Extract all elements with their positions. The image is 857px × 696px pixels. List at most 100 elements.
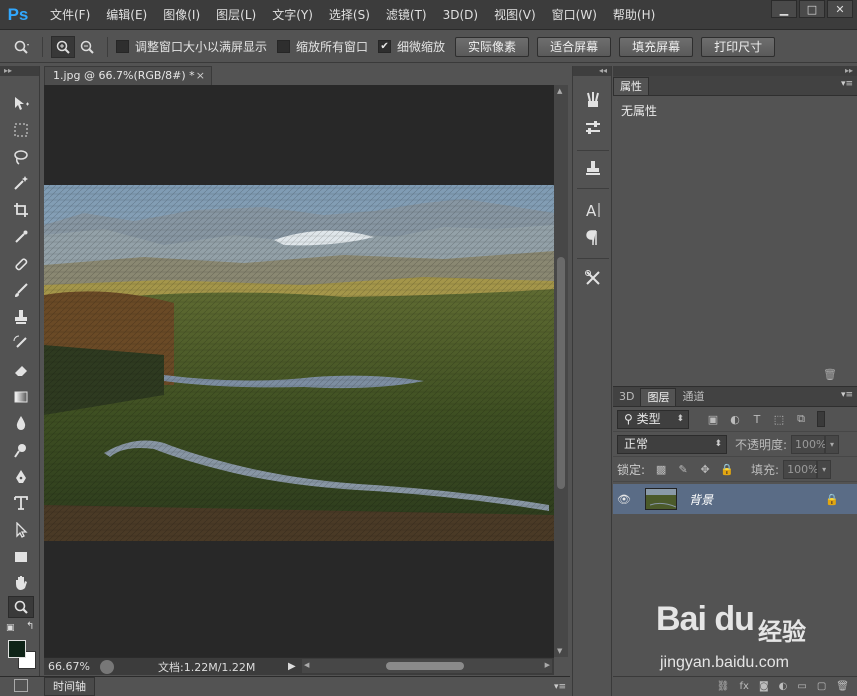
eye-icon[interactable]: 👁 (613, 493, 635, 506)
layer-name[interactable]: 背景 (689, 491, 713, 508)
zoom-out-icon[interactable] (75, 36, 99, 58)
fill-screen-button[interactable]: 填充屏幕 (619, 36, 694, 57)
timeline-menu-icon[interactable]: ▾≡ (554, 682, 566, 692)
scrubby-zoom-checkbox[interactable]: ✔ 细微缩放 (378, 38, 445, 55)
default-colors-icon[interactable]: ▣ (6, 623, 15, 633)
horizontal-scrollbar[interactable]: ◀ ▶ (302, 659, 552, 673)
new-adjustment-icon[interactable]: ◐ (779, 681, 788, 692)
status-info-icon[interactable] (100, 659, 114, 674)
zoom-in-icon[interactable] (51, 35, 75, 58)
lock-position-icon[interactable]: ✥ (697, 461, 713, 477)
actual-pixels-button[interactable]: 实际像素 (455, 36, 530, 57)
zoom-level[interactable]: 66.67% (48, 660, 98, 673)
smart-object-filter-icon[interactable]: ⧉ (793, 411, 809, 427)
menu-file[interactable]: 文件(F) (42, 0, 98, 30)
clone-stamp-tool-icon[interactable] (8, 306, 34, 328)
panel-menu-icon[interactable]: ▾≡ (841, 390, 853, 400)
fill-input[interactable]: 100% (783, 459, 819, 479)
brush-presets-icon[interactable] (581, 88, 605, 112)
swap-colors-icon[interactable]: ↰ (26, 621, 34, 632)
checkbox-box[interactable] (116, 40, 129, 53)
vertical-scrollbar[interactable]: ▲ ▼ (554, 85, 568, 657)
menu-filter[interactable]: 滤镜(T) (378, 0, 435, 30)
tool-presets-icon[interactable] (581, 266, 605, 290)
eraser-tool-icon[interactable] (8, 359, 34, 381)
resize-windows-checkbox[interactable]: 调整窗口大小以满屏显示 (116, 38, 267, 55)
menu-view[interactable]: 视图(V) (486, 0, 544, 30)
scroll-down-icon[interactable]: ▼ (557, 647, 562, 655)
lock-image-icon[interactable]: ✎ (675, 461, 691, 477)
tab-3d[interactable]: 3D (613, 388, 640, 406)
crop-tool-icon[interactable] (8, 199, 34, 221)
brush-settings-icon[interactable] (581, 116, 605, 140)
timeline-tab[interactable]: 时间轴 (44, 677, 95, 696)
tab-channels[interactable]: 通道 (676, 388, 710, 406)
menu-edit[interactable]: 编辑(E) (98, 0, 155, 30)
menu-window[interactable]: 窗口(W) (544, 0, 605, 30)
panel-collapse-grip[interactable]: ▸▸ (0, 66, 39, 76)
quick-select-tool-icon[interactable] (8, 172, 34, 194)
status-menu-arrow-icon[interactable]: ▶ (288, 661, 296, 672)
tab-properties[interactable]: 属性 (613, 77, 649, 95)
fit-screen-button[interactable]: 适合屏幕 (537, 36, 612, 57)
filter-toggle[interactable] (817, 411, 825, 427)
print-size-button[interactable]: 打印尺寸 (701, 36, 776, 57)
shape-filter-icon[interactable]: ⬚ (771, 411, 787, 427)
menu-type[interactable]: 文字(Y) (264, 0, 321, 30)
timeline-panel-icon[interactable] (14, 679, 28, 692)
character-panel-icon[interactable]: A (581, 198, 605, 222)
adjustment-filter-icon[interactable]: ◐ (727, 411, 743, 427)
move-tool-icon[interactable] (8, 93, 34, 115)
clone-source-icon[interactable] (581, 156, 605, 180)
new-group-icon[interactable]: ▭ (797, 681, 806, 692)
panel-collapse-grip[interactable]: ▸▸ (613, 66, 857, 76)
add-mask-icon[interactable]: ◙ (759, 681, 769, 692)
opacity-input[interactable]: 100% (791, 434, 827, 454)
layer-filter-select[interactable]: ⚲ 类型 ⬍ (617, 409, 689, 429)
path-selection-tool-icon[interactable] (8, 519, 34, 541)
menu-help[interactable]: 帮助(H) (605, 0, 663, 30)
checkbox-box[interactable] (277, 40, 291, 53)
hand-tool-icon[interactable] (8, 572, 34, 594)
foreground-color-swatch[interactable] (8, 640, 26, 658)
vertical-scroll-thumb[interactable] (557, 257, 565, 489)
menu-image[interactable]: 图像(I) (155, 0, 208, 30)
type-filter-icon[interactable]: T (749, 411, 765, 427)
close-document-icon[interactable]: × (196, 67, 205, 85)
zoom-tool-icon[interactable] (8, 596, 34, 618)
delete-layer-icon[interactable]: 🗑 (836, 681, 849, 692)
rectangle-tool-icon[interactable] (8, 546, 34, 568)
history-brush-tool-icon[interactable] (8, 332, 34, 354)
checkbox-box-checked[interactable]: ✔ (378, 40, 392, 53)
scroll-right-icon[interactable]: ▶ (545, 661, 550, 669)
dock-collapse-grip[interactable]: ◂◂ (573, 66, 611, 76)
pixel-filter-icon[interactable]: ▣ (705, 411, 721, 427)
close-button[interactable]: ✕ (827, 0, 853, 18)
lasso-tool-icon[interactable] (8, 146, 34, 168)
canvas-area[interactable] (44, 85, 554, 657)
dodge-tool-icon[interactable] (8, 439, 34, 461)
paragraph-panel-icon[interactable] (581, 226, 605, 250)
healing-brush-tool-icon[interactable] (8, 253, 34, 275)
minimize-button[interactable]: ▁ (771, 0, 797, 18)
zoom-tool-preset-icon[interactable] (10, 36, 34, 58)
horizontal-scroll-thumb[interactable] (386, 662, 464, 670)
lock-transparent-icon[interactable]: ▩ (653, 461, 669, 477)
eyedropper-tool-icon[interactable] (8, 226, 34, 248)
scroll-up-icon[interactable]: ▲ (557, 87, 562, 95)
brush-tool-icon[interactable] (8, 279, 34, 301)
layer-style-icon[interactable]: fx (740, 681, 749, 692)
gradient-tool-icon[interactable] (8, 386, 34, 408)
layer-row-background[interactable]: 👁 背景 🔒 (613, 484, 857, 514)
blend-mode-select[interactable]: 正常 ⬍ (617, 434, 727, 454)
document-tab[interactable]: 1.jpg @ 66.7%(RGB/8#) * × (44, 66, 212, 85)
new-layer-icon[interactable]: ▢ (817, 681, 826, 692)
blur-tool-icon[interactable] (8, 412, 34, 434)
scroll-left-icon[interactable]: ◀ (304, 661, 309, 669)
pen-tool-icon[interactable] (8, 466, 34, 488)
type-tool-icon[interactable] (8, 492, 34, 514)
properties-trash-icon[interactable]: 🗑 (823, 368, 837, 381)
tab-layers[interactable]: 图层 (640, 388, 677, 406)
maximize-button[interactable]: □ (799, 0, 825, 18)
menu-layer[interactable]: 图层(L) (208, 0, 264, 30)
